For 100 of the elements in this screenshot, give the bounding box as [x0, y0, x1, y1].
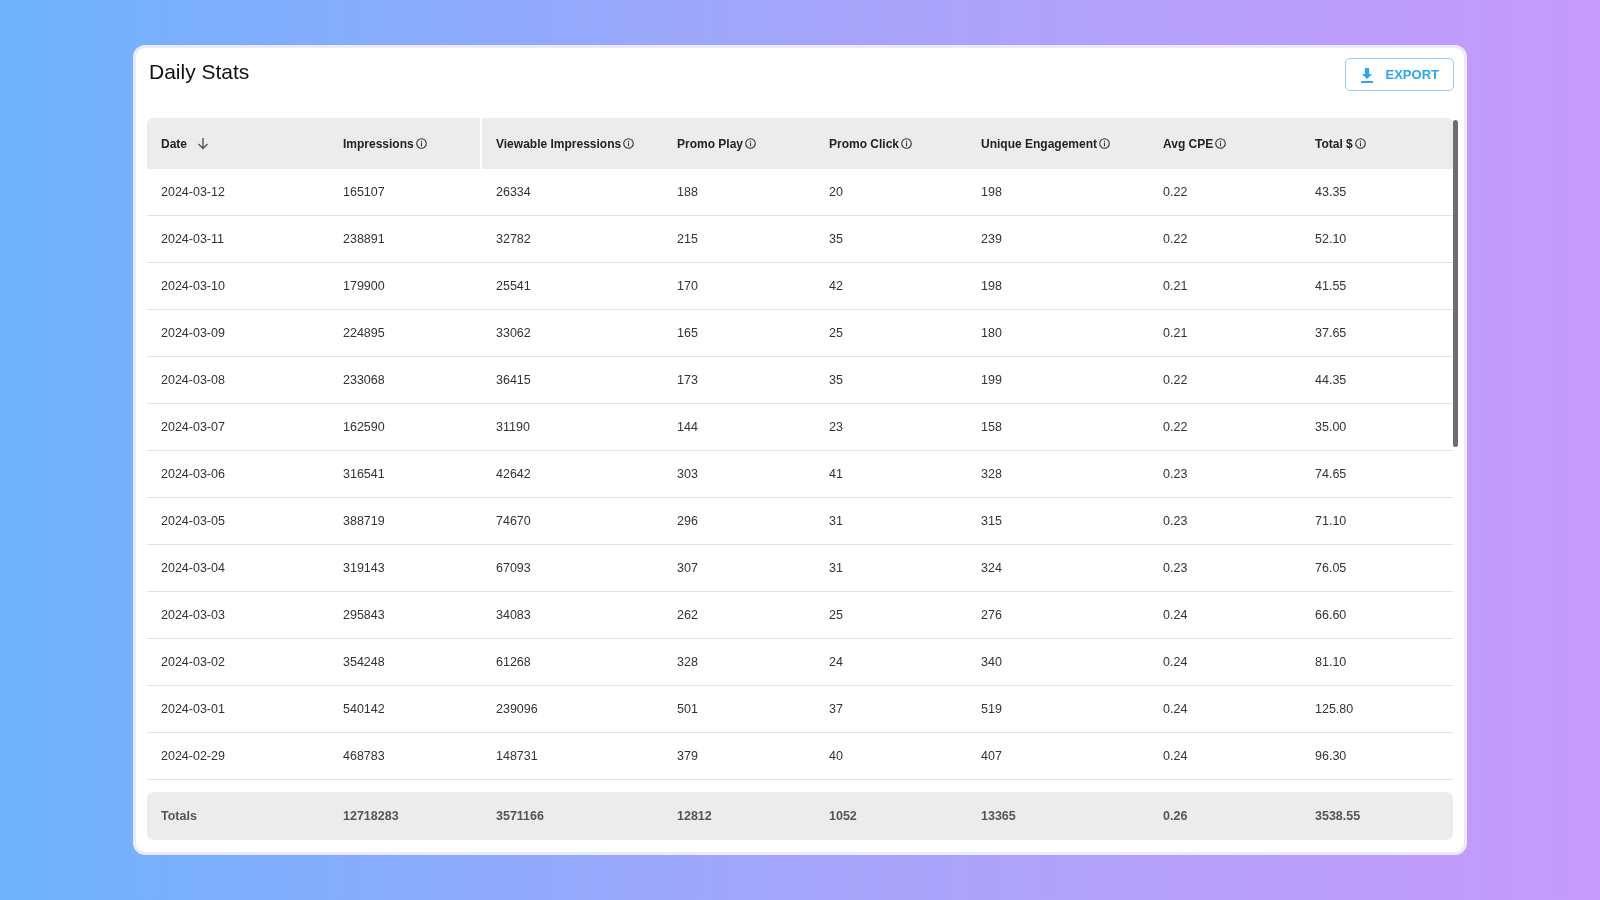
table-cell-text: 198 — [980, 184, 1003, 201]
table-cell-text: 0.22 — [1162, 184, 1189, 201]
table-cell-text: 32782 — [495, 231, 532, 248]
table-cell-text: 0.21 — [1162, 325, 1189, 342]
table-cell-text: 31 — [828, 560, 844, 577]
table-cell-text: 519 — [980, 701, 1003, 718]
table-cell-text: 295843 — [342, 607, 386, 624]
table-cell-text: 173 — [676, 372, 699, 389]
table-cell-text: 36415 — [495, 372, 532, 389]
table-cell-text: 20 — [828, 184, 844, 201]
column-header[interactable]: Promo Play — [663, 118, 815, 169]
table-cell-text: 158 — [980, 419, 1003, 436]
table-cell-text: 468783 — [342, 748, 386, 765]
table-cell-text: 2024-03-07 — [160, 419, 226, 436]
table-cell-text: 2024-03-06 — [160, 466, 226, 483]
table-cell-text: 0.23 — [1162, 560, 1189, 577]
table-cell-text: 501 — [676, 701, 699, 718]
table-cell-text: 540142 — [342, 701, 386, 718]
table-cell-text: 35.00 — [1314, 419, 1348, 436]
table-cell-text: 170 — [676, 278, 699, 295]
table-cell-text: 2024-03-03 — [160, 607, 226, 624]
info-icon — [1099, 138, 1110, 149]
scrollbar[interactable] — [1453, 120, 1458, 447]
table-cell-text: 224895 — [342, 325, 386, 342]
table-cell-text: 26334 — [495, 184, 532, 201]
table-cell-text: 303 — [676, 466, 699, 483]
total-cell-text: 3571166 — [495, 808, 545, 825]
table-cell-text: 40 — [828, 748, 844, 765]
table-cell-text: 180 — [980, 325, 1003, 342]
table-cell-text: 66.60 — [1314, 607, 1348, 624]
download-icon — [1359, 66, 1374, 83]
table-cell-text: 0.24 — [1162, 607, 1189, 624]
table-cell-text: 43.35 — [1314, 184, 1348, 201]
column-header[interactable]: Viewable Impressions — [482, 118, 663, 169]
total-cell-text: 1052 — [828, 808, 858, 825]
table-cell-text: 67093 — [495, 560, 532, 577]
info-icon — [1354, 138, 1366, 149]
sort-arrow-icon[interactable] — [197, 137, 209, 150]
table-cell-text: 179900 — [342, 278, 386, 295]
table-cell-text: 148731 — [495, 748, 539, 765]
table-cell-text: 328 — [676, 654, 699, 671]
table-cell-text: 0.24 — [1162, 748, 1189, 765]
table-cell-text: 2024-03-04 — [160, 560, 226, 577]
table-cell-text: 354248 — [342, 654, 386, 671]
column-header[interactable]: Total $ — [1301, 118, 1453, 169]
table-cell-text: 198 — [980, 278, 1003, 295]
table-cell-text: 239096 — [495, 701, 539, 718]
table-cell-text: 144 — [676, 419, 699, 436]
table-cell-text: 44.35 — [1314, 372, 1348, 389]
table-cell-text: 315 — [980, 513, 1003, 530]
table-cell-text: 25 — [828, 607, 844, 624]
info-icon — [901, 138, 913, 149]
table-cell-text: 41.55 — [1314, 278, 1348, 295]
table-cell-text: 0.24 — [1162, 701, 1189, 718]
table-cell-text: 37 — [828, 701, 844, 718]
table-cell-text: 0.22 — [1162, 372, 1189, 389]
table-cell-text: 0.22 — [1162, 419, 1189, 436]
table-cell-text: 165 — [676, 325, 699, 342]
table-cell-text: 316541 — [342, 466, 386, 483]
table-cell-text: 52.10 — [1314, 231, 1348, 248]
table-cell-text: 2024-03-05 — [160, 513, 226, 530]
table-cell-text: 307 — [676, 560, 699, 577]
table-cell-text: 162590 — [342, 419, 386, 436]
info-icon — [415, 138, 427, 149]
table-cell-text: 0.22 — [1162, 231, 1189, 248]
table-cell-text: 41 — [828, 466, 844, 483]
table-cell-text: 407 — [980, 748, 1003, 765]
table-cell-text: 233068 — [342, 372, 386, 389]
table-cell-text: 42642 — [495, 466, 532, 483]
table-cell-text: 37.65 — [1314, 325, 1348, 342]
table-cell-text: 215 — [676, 231, 699, 248]
table-cell-text: 125.80 — [1314, 701, 1355, 718]
total-cell-text: Totals — [160, 808, 198, 825]
column-header[interactable]: Unique Engagement — [967, 118, 1149, 169]
table-cell-text: 276 — [980, 607, 1003, 624]
table-cell-text: 34083 — [495, 607, 532, 624]
table-cell-text: 0.23 — [1162, 466, 1189, 483]
column-header[interactable]: Avg CPE — [1149, 118, 1301, 169]
table-cell-text: 96.30 — [1314, 748, 1348, 765]
table-cell-text: 165107 — [342, 184, 386, 201]
table-cell-text: 81.10 — [1314, 654, 1348, 671]
table-cell-text: 0.24 — [1162, 654, 1189, 671]
page-title: Daily Stats — [148, 59, 250, 84]
table-cell-text: 61268 — [495, 654, 532, 671]
table-cell-text: 379 — [676, 748, 699, 765]
table-cell-text: 23 — [828, 419, 844, 436]
table-cell-text: 25541 — [495, 278, 532, 295]
column-header[interactable]: Promo Click — [815, 118, 967, 169]
column-header[interactable]: Date — [147, 118, 329, 169]
table-cell-text: 2024-03-11 — [160, 231, 225, 248]
table-cell-text: 296 — [676, 513, 699, 530]
table-cell-text: 35 — [828, 231, 844, 248]
table-cell-text: 2024-03-10 — [160, 278, 226, 295]
info-icon — [745, 138, 757, 149]
table-cell-text: 71.10 — [1314, 513, 1348, 530]
table-cell-text: 239 — [980, 231, 1003, 248]
table-cell-text: 74.65 — [1314, 466, 1348, 483]
column-header[interactable]: Impressions — [329, 118, 482, 169]
table-cell-text: 0.23 — [1162, 513, 1189, 530]
table-cell-text: 25 — [828, 325, 844, 342]
